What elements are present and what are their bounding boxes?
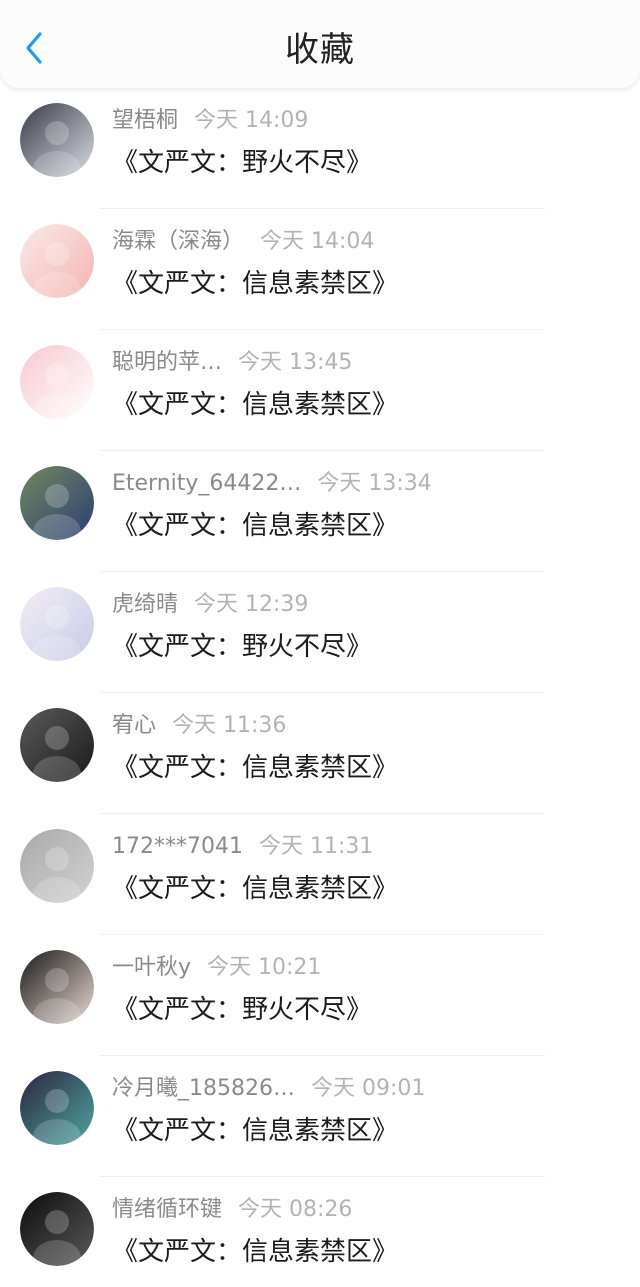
avatar[interactable] [20, 1192, 94, 1266]
timestamp: 今天 08:26 [238, 1197, 353, 1222]
item-meta: Eternity_64422… 今天 13:34 [112, 468, 432, 500]
item-meta: 虎绮晴 今天 12:39 [112, 589, 308, 621]
favorites-list: 望梧桐 今天 14:09 《文严文：野火不尽》 海霖（深海） 今天 14:04 《文严文：… [0, 88, 640, 1287]
collection-title[interactable]: 《文严文：野火不尽》 [112, 143, 372, 183]
item-meta: 172***7041 今天 11:31 [112, 831, 373, 863]
timestamp: 今天 12:39 [194, 592, 309, 617]
avatar-image [20, 103, 94, 177]
avatar-image [20, 587, 94, 661]
username[interactable]: 一叶秋y [112, 952, 191, 984]
avatar[interactable] [20, 103, 94, 177]
page-title: 收藏 [285, 30, 355, 70]
list-item[interactable]: 宥心 今天 11:36 《文严文：信息素禁区》 [0, 693, 640, 814]
avatar-image [20, 950, 94, 1024]
item-meta: 海霖（深海） 今天 14:04 [112, 226, 374, 258]
avatar[interactable] [20, 587, 94, 661]
username[interactable]: 虎绮晴 [112, 589, 178, 621]
avatar[interactable] [20, 345, 94, 419]
avatar-image [20, 1071, 94, 1145]
item-meta: 聪明的苹… 今天 13:45 [112, 347, 352, 379]
collection-title[interactable]: 《文严文：信息素禁区》 [112, 748, 398, 788]
list-item[interactable]: 虎绮晴 今天 12:39 《文严文：野火不尽》 [0, 572, 640, 693]
username[interactable]: 情绪循环键 [112, 1194, 222, 1226]
avatar-image [20, 829, 94, 903]
collection-title[interactable]: 《文严文：信息素禁区》 [112, 869, 398, 909]
item-meta: 宥心 今天 11:36 [112, 710, 286, 742]
list-item[interactable]: 冷月曦_185826… 今天 09:01 《文严文：信息素禁区》 [0, 1056, 640, 1177]
username[interactable]: 冷月曦_185826… [112, 1073, 295, 1105]
avatar-image [20, 1192, 94, 1266]
username[interactable]: 聪明的苹… [112, 347, 222, 379]
list-item[interactable]: 海霖（深海） 今天 14:04 《文严文：信息素禁区》 [0, 209, 640, 330]
avatar[interactable] [20, 224, 94, 298]
timestamp: 今天 13:45 [238, 350, 353, 375]
timestamp: 今天 13:34 [317, 471, 432, 496]
timestamp: 今天 11:36 [172, 713, 287, 738]
collection-title[interactable]: 《文严文：野火不尽》 [112, 990, 372, 1030]
item-meta: 冷月曦_185826… 今天 09:01 [112, 1073, 425, 1105]
timestamp: 今天 11:31 [258, 834, 374, 859]
avatar[interactable] [20, 466, 94, 540]
favorites-page: 收藏 望梧桐 今天 14:09 《文严文：野火不尽》 海霖（深海） 今天 14:04 《文… [0, 0, 640, 1287]
list-item[interactable]: 一叶秋y 今天 10:21 《文严文：野火不尽》 [0, 935, 640, 1056]
avatar-image [20, 466, 94, 540]
collection-title[interactable]: 《文严文：信息素禁区》 [112, 1111, 398, 1151]
list-item[interactable]: 情绪循环键 今天 08:26 《文严文：信息素禁区》 [0, 1177, 640, 1287]
username[interactable]: Eternity_64422… [112, 468, 301, 500]
collection-title[interactable]: 《文严文：野火不尽》 [112, 627, 372, 667]
username[interactable]: 172***7041 [112, 831, 243, 863]
list-item[interactable]: 望梧桐 今天 14:09 《文严文：野火不尽》 [0, 88, 640, 209]
avatar-image [20, 224, 94, 298]
avatar[interactable] [20, 1071, 94, 1145]
timestamp: 今天 10:21 [207, 955, 322, 980]
item-meta: 一叶秋y 今天 10:21 [112, 952, 321, 984]
timestamp: 今天 14:09 [194, 108, 309, 133]
collection-title[interactable]: 《文严文：信息素禁区》 [112, 264, 398, 304]
avatar-image [20, 345, 94, 419]
username[interactable]: 宥心 [112, 710, 156, 742]
list-item[interactable]: 172***7041 今天 11:31 《文严文：信息素禁区》 [0, 814, 640, 935]
item-meta: 望梧桐 今天 14:09 [112, 105, 308, 137]
timestamp: 今天 09:01 [310, 1076, 426, 1101]
list-item[interactable]: Eternity_64422… 今天 13:34 《文严文：信息素禁区》 [0, 451, 640, 572]
collection-title[interactable]: 《文严文：信息素禁区》 [112, 1232, 398, 1272]
username[interactable]: 望梧桐 [112, 105, 178, 137]
username[interactable]: 海霖（深海） [112, 226, 244, 258]
top-bar: 收藏 [0, 0, 640, 88]
avatar[interactable] [20, 950, 94, 1024]
timestamp: 今天 14:04 [260, 229, 375, 254]
list-item[interactable]: 聪明的苹… 今天 13:45 《文严文：信息素禁区》 [0, 330, 640, 451]
collection-title[interactable]: 《文严文：信息素禁区》 [112, 506, 398, 546]
avatar[interactable] [20, 829, 94, 903]
avatar-image [20, 708, 94, 782]
item-meta: 情绪循环键 今天 08:26 [112, 1194, 352, 1226]
avatar[interactable] [20, 708, 94, 782]
collection-title[interactable]: 《文严文：信息素禁区》 [112, 385, 398, 425]
